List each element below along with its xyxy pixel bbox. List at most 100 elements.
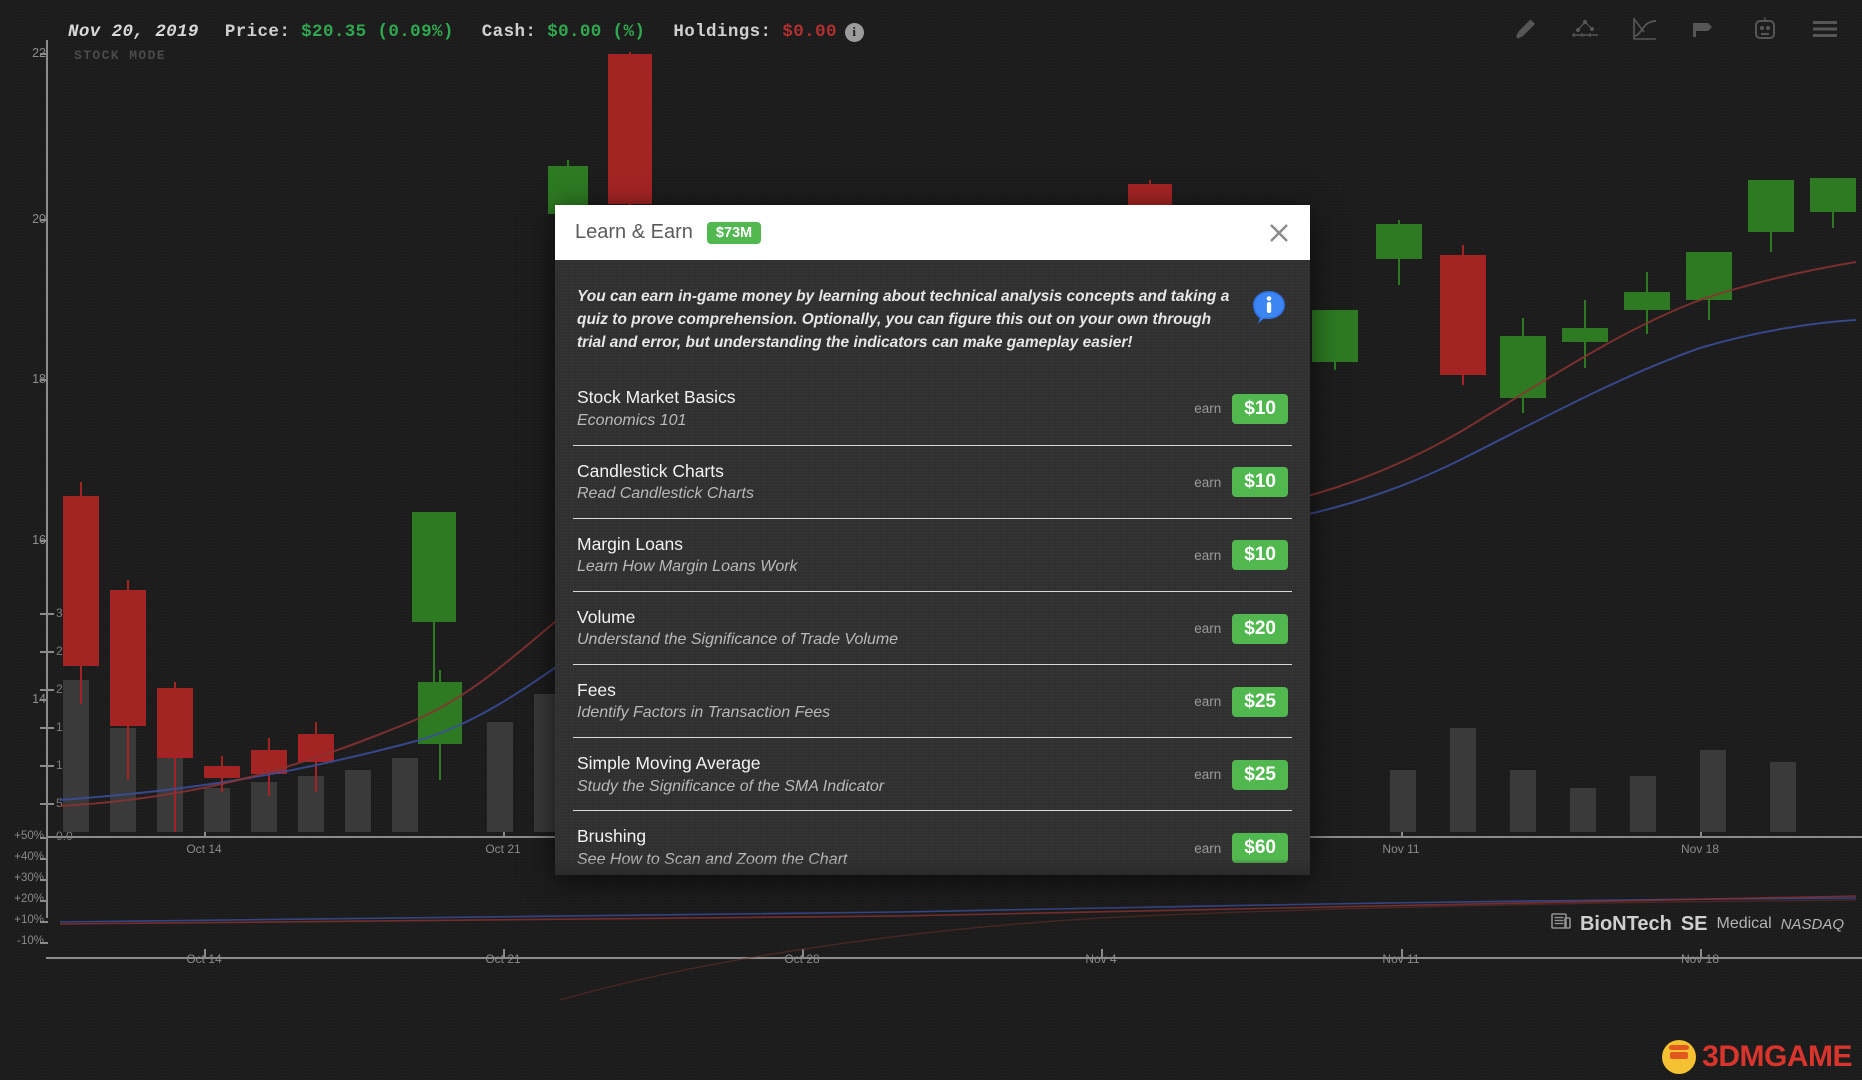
volume-bar [204,788,230,832]
lesson-title: Candlestick Charts [577,460,1194,482]
candlestick [157,682,193,832]
volume-bar [392,758,418,832]
price-value: $20.35 (0.09%) [301,22,454,42]
y-tick-percent: +30% [4,872,44,884]
lesson-text: Stock Market Basics Economics 101 [577,386,1194,431]
candlestick [110,580,146,780]
dialog-header: Learn & Earn $73M [555,205,1310,260]
y-tick-percent: +10% [4,914,44,926]
lesson-subtitle: Read Candlestick Charts [577,484,1194,505]
candlestick [204,756,240,792]
lesson-row[interactable]: Margin Loans Learn How Margin Loans Work… [573,519,1292,592]
tick-mark [40,651,54,653]
tick-mark [40,699,48,701]
earn-label: earn [1194,694,1221,709]
holdings-value: $0.00 [782,22,837,42]
lesson-subtitle: See How to Scan and Zoom the Chart [577,850,1194,871]
y-tick-percent: +20% [4,893,44,905]
volume-bar [1510,770,1536,832]
ticker-exchange: NASDAQ [1781,916,1844,933]
tick-mark [40,900,48,902]
lesson-subtitle: Study the Significance of the SMA Indica… [577,777,1194,798]
volume-bar [1390,770,1416,832]
volume-bar [1450,728,1476,832]
y-tick-percent: +50% [4,830,44,842]
lesson-row[interactable]: Simple Moving Average Study the Signific… [573,738,1292,811]
tick-mark [40,540,48,542]
line-chart-icon[interactable] [1630,14,1660,44]
price-label: Price: [225,22,290,42]
flag-icon[interactable] [1690,14,1720,44]
earn-label: earn [1194,475,1221,490]
lesson-row[interactable]: Stock Market Basics Economics 101 earn $… [573,372,1292,445]
lesson-title: Fees [577,679,1194,701]
brush-icon[interactable] [1510,14,1540,44]
candlestick [1500,318,1546,413]
robot-icon[interactable] [1750,14,1780,44]
x-tick-main: Nov 18 [1681,842,1719,856]
hamburger-menu-icon[interactable] [1810,14,1840,44]
earn-label: earn [1194,548,1221,563]
lesson-title: Brushing [577,825,1194,847]
cash-label: Cash: [482,22,537,42]
percent-axis-baseline [46,957,1862,959]
lesson-reward: earn $10 [1194,467,1288,497]
top-status-bar: Nov 20, 2019 Price: $20.35 (0.09%) Cash:… [0,0,1862,58]
earn-label: earn [1194,621,1221,636]
earn-label: earn [1194,767,1221,782]
tick-mark [204,949,206,957]
earn-amount: $20 [1232,614,1288,644]
x-tick-main: Oct 21 [485,842,520,856]
status-line: Nov 20, 2019 Price: $20.35 (0.09%) Cash:… [68,22,864,42]
candlestick [1686,252,1732,320]
candlestick [1624,272,1670,334]
candlestick [1748,180,1794,252]
volume-bar [1570,788,1596,832]
x-tick-main: Oct 14 [186,842,221,856]
candlestick [251,738,287,796]
lesson-subtitle: Economics 101 [577,411,1194,432]
tick-mark [40,379,48,381]
lesson-subtitle: Learn How Margin Loans Work [577,557,1194,578]
newspaper-icon [1551,912,1571,936]
lesson-title: Volume [577,606,1194,628]
balance-badge: $73M [707,222,761,244]
ticker-name: BioNTech [1580,913,1672,936]
tick-mark [503,949,505,957]
intro-block: You can earn in-game money by learning a… [555,260,1310,372]
cash-value: $0.00 (%) [547,22,645,42]
holdings-label: Holdings: [673,22,771,42]
lesson-row[interactable]: Volume Understand the Significance of Tr… [573,592,1292,665]
x-tick-main: Nov 11 [1382,842,1419,856]
close-icon[interactable] [1264,218,1294,248]
tick-mark [40,837,48,839]
info-icon[interactable]: i [845,23,864,42]
candlestick [1376,220,1422,285]
earn-amount: $10 [1232,467,1288,497]
game-screen: 22 20 18 16 14 3.0M 2.5M 2.0M 1.5M 1.0M … [0,0,1862,1080]
ticker-suffix: SE [1681,913,1708,936]
lesson-row[interactable]: Candlestick Charts Read Candlestick Char… [573,446,1292,519]
lesson-text: Margin Loans Learn How Margin Loans Work [577,533,1194,578]
candlestick [1312,310,1358,370]
earn-amount: $25 [1232,687,1288,717]
pivot-points-icon[interactable] [1570,14,1600,44]
lesson-list: Stock Market Basics Economics 101 earn $… [555,372,1310,875]
bottom-bar: BUY SHORT $0.00 of stock @ 20.35 (market… [0,960,1862,1080]
lesson-reward: earn $10 [1194,540,1288,570]
tick-mark [40,803,54,805]
volume-bar [1700,750,1726,832]
lesson-reward: earn $25 [1194,760,1288,790]
dialog-title: Learn & Earn [575,221,693,244]
chart-tools [1510,14,1840,44]
tick-mark [40,942,48,944]
lesson-row[interactable]: Brushing See How to Scan and Zoom the Ch… [573,811,1292,875]
y-tick-percent: -10% [4,935,44,947]
candlestick [1440,245,1486,385]
candlestick [1810,178,1856,228]
intro-text: You can earn in-game money by learning a… [577,286,1232,354]
lesson-row[interactable]: Fees Identify Factors in Transaction Fee… [573,665,1292,738]
tick-mark [40,219,48,221]
tick-mark [1700,949,1702,957]
info-bubble-icon[interactable] [1250,288,1288,331]
